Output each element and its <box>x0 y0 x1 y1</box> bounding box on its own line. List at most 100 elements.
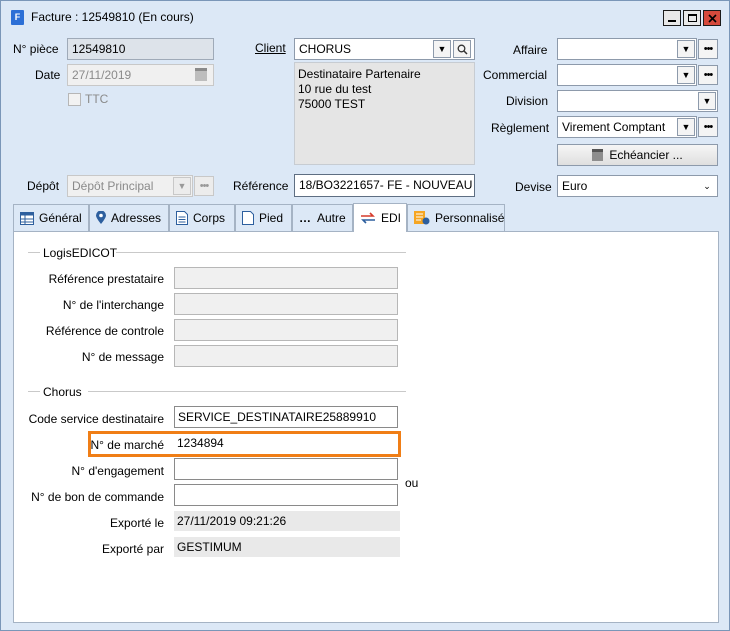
echeancier-button[interactable]: Echéancier ... <box>557 144 718 166</box>
section-divider <box>116 252 406 253</box>
reglement-label: Règlement <box>491 121 550 135</box>
devise-select[interactable]: Euro <box>557 175 718 197</box>
ellipsis-icon: ••• <box>703 121 714 133</box>
bon-commande-input[interactable] <box>174 484 398 506</box>
echeancier-label: Echéancier ... <box>609 148 683 162</box>
interchange-field[interactable] <box>174 293 398 315</box>
tab-corps[interactable]: Corps <box>169 204 235 231</box>
depot-browse-button[interactable]: ••• <box>194 176 214 196</box>
close-icon <box>707 13 717 23</box>
location-pin-icon <box>96 211 106 225</box>
bon-commande-label: N° de bon de commande <box>31 490 164 504</box>
chevron-down-icon: ▼ <box>437 44 447 54</box>
page-icon <box>242 211 254 225</box>
address-line: 75000 TEST <box>298 97 366 111</box>
date-value: 27/11/2019 <box>72 68 132 82</box>
exporte-par-label: Exporté par <box>101 542 164 556</box>
reference-input[interactable]: 18/BO3221657- FE - NOUVEAU H <box>294 174 475 197</box>
piece-label: N° pièce <box>13 42 59 56</box>
message-field[interactable] <box>174 345 398 367</box>
exchange-icon <box>360 212 376 224</box>
ttc-checkbox[interactable] <box>68 93 81 106</box>
depot-label: Dépôt <box>27 179 60 193</box>
affaire-select[interactable] <box>557 38 697 60</box>
exporte-le-field: 27/11/2019 09:21:26 <box>174 511 400 531</box>
document-icon: F <box>11 10 24 25</box>
chevron-down-icon: ▼ <box>681 70 691 80</box>
chevron-down-icon: ▼ <box>177 181 187 191</box>
code-service-input[interactable]: SERVICE_DESTINATAIRE25889910 <box>174 406 398 428</box>
engagement-input[interactable] <box>174 458 398 480</box>
calendar-icon <box>592 149 604 161</box>
client-address: Destinataire Partenaire 10 rue du test 7… <box>294 62 475 165</box>
tab-label: Pied <box>259 211 284 225</box>
ellipsis-icon: ••• <box>703 43 714 55</box>
commercial-browse-button[interactable]: ••• <box>698 65 718 85</box>
reglement-browse-button[interactable]: ••• <box>698 117 718 137</box>
tab-label: Personnalisé <box>435 211 505 225</box>
tab-label: Corps <box>193 211 226 225</box>
affaire-browse-button[interactable]: ••• <box>698 39 718 59</box>
affaire-label: Affaire <box>513 43 548 57</box>
address-line: Destinataire Partenaire <box>298 67 421 81</box>
client-label: Client <box>255 41 286 55</box>
commercial-select[interactable] <box>557 64 697 86</box>
ellipsis-icon: ••• <box>199 180 210 192</box>
reglement-dropdown-button[interactable]: ▼ <box>677 118 695 136</box>
minimize-button[interactable] <box>663 10 681 26</box>
reglement-value: Virement Comptant <box>562 120 666 134</box>
tab-general[interactable]: Général <box>13 204 89 231</box>
chevron-down-icon: ▼ <box>681 122 691 132</box>
devise-dropdown-button[interactable]: ⌄ <box>698 177 716 195</box>
marche-input[interactable]: 1234894 <box>174 434 398 454</box>
division-dropdown-button[interactable]: ▼ <box>698 92 716 110</box>
division-select[interactable] <box>557 90 718 112</box>
tab-label: EDI <box>381 211 402 225</box>
date-field[interactable]: 27/11/2019 <box>67 64 214 86</box>
minimize-icon <box>668 20 676 22</box>
title-bar: F Facture : 12549810 (En cours) <box>1 1 729 31</box>
exporte-le-label: Exporté le <box>109 516 164 530</box>
tab-adresses[interactable]: Adresses <box>89 204 169 231</box>
ttc-label: TTC <box>85 92 109 106</box>
reference-label: Référence <box>233 179 289 193</box>
section-divider <box>28 391 40 392</box>
tab-label: Adresses <box>111 211 162 225</box>
engagement-label: N° d'engagement <box>71 464 164 478</box>
code-service-label: Code service destinataire <box>28 412 164 426</box>
invoice-window: F Facture : 12549810 (En cours) N° pièce… <box>0 0 730 631</box>
client-dropdown-button[interactable]: ▼ <box>433 40 451 58</box>
reference-prestataire-label: Référence prestataire <box>48 272 164 286</box>
devise-label: Devise <box>515 180 552 194</box>
depot-dropdown-button[interactable]: ▼ <box>173 177 191 195</box>
tab-autre[interactable]: … Autre <box>292 204 353 231</box>
tab-pied[interactable]: Pied <box>235 204 292 231</box>
chorus-title: Chorus <box>43 385 82 399</box>
chevron-down-icon: ▼ <box>681 44 691 54</box>
chevron-down-icon: ▼ <box>702 96 712 106</box>
maximize-icon <box>687 14 697 22</box>
search-icon <box>457 44 468 55</box>
exporte-par-field: GESTIMUM <box>174 537 400 557</box>
calendar-icon[interactable] <box>195 68 207 81</box>
devise-value: Euro <box>562 179 588 193</box>
affaire-dropdown-button[interactable]: ▼ <box>677 40 695 58</box>
commercial-label: Commercial <box>483 68 548 82</box>
division-label: Division <box>506 94 549 108</box>
maximize-button[interactable] <box>683 10 701 26</box>
commercial-dropdown-button[interactable]: ▼ <box>677 66 695 84</box>
piece-field[interactable]: 12549810 <box>67 38 214 60</box>
client-search-button[interactable] <box>453 40 471 58</box>
reference-controle-field[interactable] <box>174 319 398 341</box>
reference-prestataire-field[interactable] <box>174 267 398 289</box>
tab-personnalise[interactable]: Personnalisé <box>407 204 505 231</box>
close-button[interactable] <box>703 10 721 26</box>
reglement-select[interactable]: Virement Comptant <box>557 116 697 138</box>
logisedicot-title: LogisEDICOT <box>43 246 118 260</box>
ellipsis-icon: ••• <box>703 69 714 81</box>
reference-controle-label: Référence de controle <box>45 324 164 338</box>
document-icon <box>176 211 188 225</box>
chevron-down-icon: ⌄ <box>703 180 711 191</box>
tab-edi[interactable]: EDI <box>353 203 407 232</box>
section-divider <box>28 252 40 253</box>
